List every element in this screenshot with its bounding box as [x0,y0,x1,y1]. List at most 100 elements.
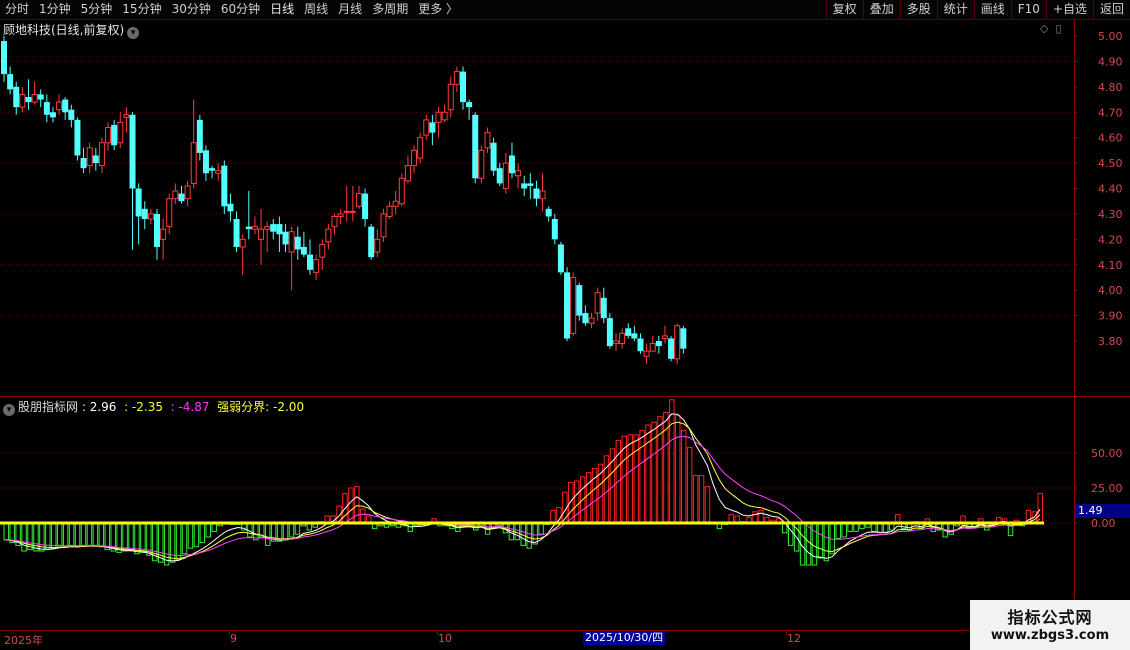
candle [56,94,63,115]
chevron-down-icon[interactable]: ▾ [3,404,15,416]
price-axis-label: 4.20 [1098,233,1123,246]
candle-body [288,231,295,253]
candle-body [62,99,69,113]
candle [245,191,252,240]
candle-body [221,165,228,207]
candle-body [619,332,626,345]
candle-body [423,119,430,136]
candle-body [349,210,356,213]
candle-body [380,213,387,238]
candle [527,173,534,199]
candle-body [411,149,418,167]
candle-body [251,226,258,230]
candle [643,343,650,364]
histogram-bar [158,522,164,563]
candle-body [313,259,320,273]
axis-border [1074,19,1075,631]
candle [190,99,197,189]
candle-body [300,246,307,255]
candle [435,107,442,138]
candle [404,155,411,184]
candle [135,183,142,245]
histogram-bar [140,522,146,553]
candle-body [227,203,234,212]
candle [484,127,491,153]
candle-body [190,142,197,184]
chart-canvas[interactable]: 5.00 4.90 4.80 4.70 4.60 4.50 4.40 4.30 4.20 4.10… [0,0,1130,650]
candle [288,226,295,291]
candle [129,112,136,250]
histogram-bar [68,522,75,546]
indicator-grid [0,452,1072,524]
candle [300,231,307,258]
candle-body [178,193,185,202]
histogram-bar [574,480,580,524]
candle [576,282,583,321]
histogram-bar [56,522,63,546]
histogram-bar [627,434,633,524]
price-axis-label: 3.90 [1098,310,1123,323]
histogram-bar [92,522,99,546]
candle [227,193,234,222]
histogram-bar [835,522,841,539]
candle-body [460,71,466,103]
candle-body [478,149,485,179]
histogram-bar [639,430,645,524]
candle [215,163,222,181]
candle-body [508,155,515,174]
candle-body [527,183,534,186]
candle [196,114,203,161]
candle [502,152,509,194]
candle [233,211,240,253]
candle [19,86,26,113]
candle [331,213,338,235]
candle-body [355,193,362,207]
candle-body [404,165,411,182]
candle-body [166,198,173,228]
candle-body [92,155,99,164]
candle [417,132,424,164]
candle [43,94,50,123]
candle-body [337,213,344,217]
candle-body [435,111,442,123]
indicator-title: ▾ 股朋指标网 : 2.96 : -2.35 : -4.87 强弱分界: -2.0… [3,398,304,416]
candle [490,137,497,176]
candle-body [661,335,668,339]
candle [447,76,454,118]
candle [166,193,173,235]
watermark-url: www.zbgs3.com [990,628,1110,643]
candle-body [429,122,436,133]
candle [655,335,662,354]
candle-body [98,142,105,167]
price-axis-label: 4.90 [1098,55,1123,68]
candle-body [56,101,63,111]
histogram-bar [175,522,182,560]
candle [270,219,277,240]
candle [588,313,595,329]
candle-body [606,318,613,347]
histogram-bar [253,522,259,541]
candle-body [490,142,497,171]
candle-body [19,93,26,108]
histogram-bar [62,522,69,548]
candle [606,313,613,349]
candle [668,335,675,362]
candle [600,287,607,324]
candle [307,239,313,275]
candle-body [576,285,583,316]
candle [325,224,332,250]
histogram-bar [645,424,651,524]
candle-body [643,350,650,357]
candle [68,104,75,128]
candle [92,147,99,171]
price-axis-label: 4.30 [1098,208,1123,221]
candle-body [649,343,656,352]
indicator-name: 股朋指标网 [18,400,79,414]
histogram-bar [752,511,758,524]
histogram-bar [675,414,681,524]
date-tick [229,631,230,635]
candle [515,163,522,189]
price-axis-label: 3.80 [1098,335,1123,348]
candle [349,185,356,222]
histogram-bar [264,522,271,546]
